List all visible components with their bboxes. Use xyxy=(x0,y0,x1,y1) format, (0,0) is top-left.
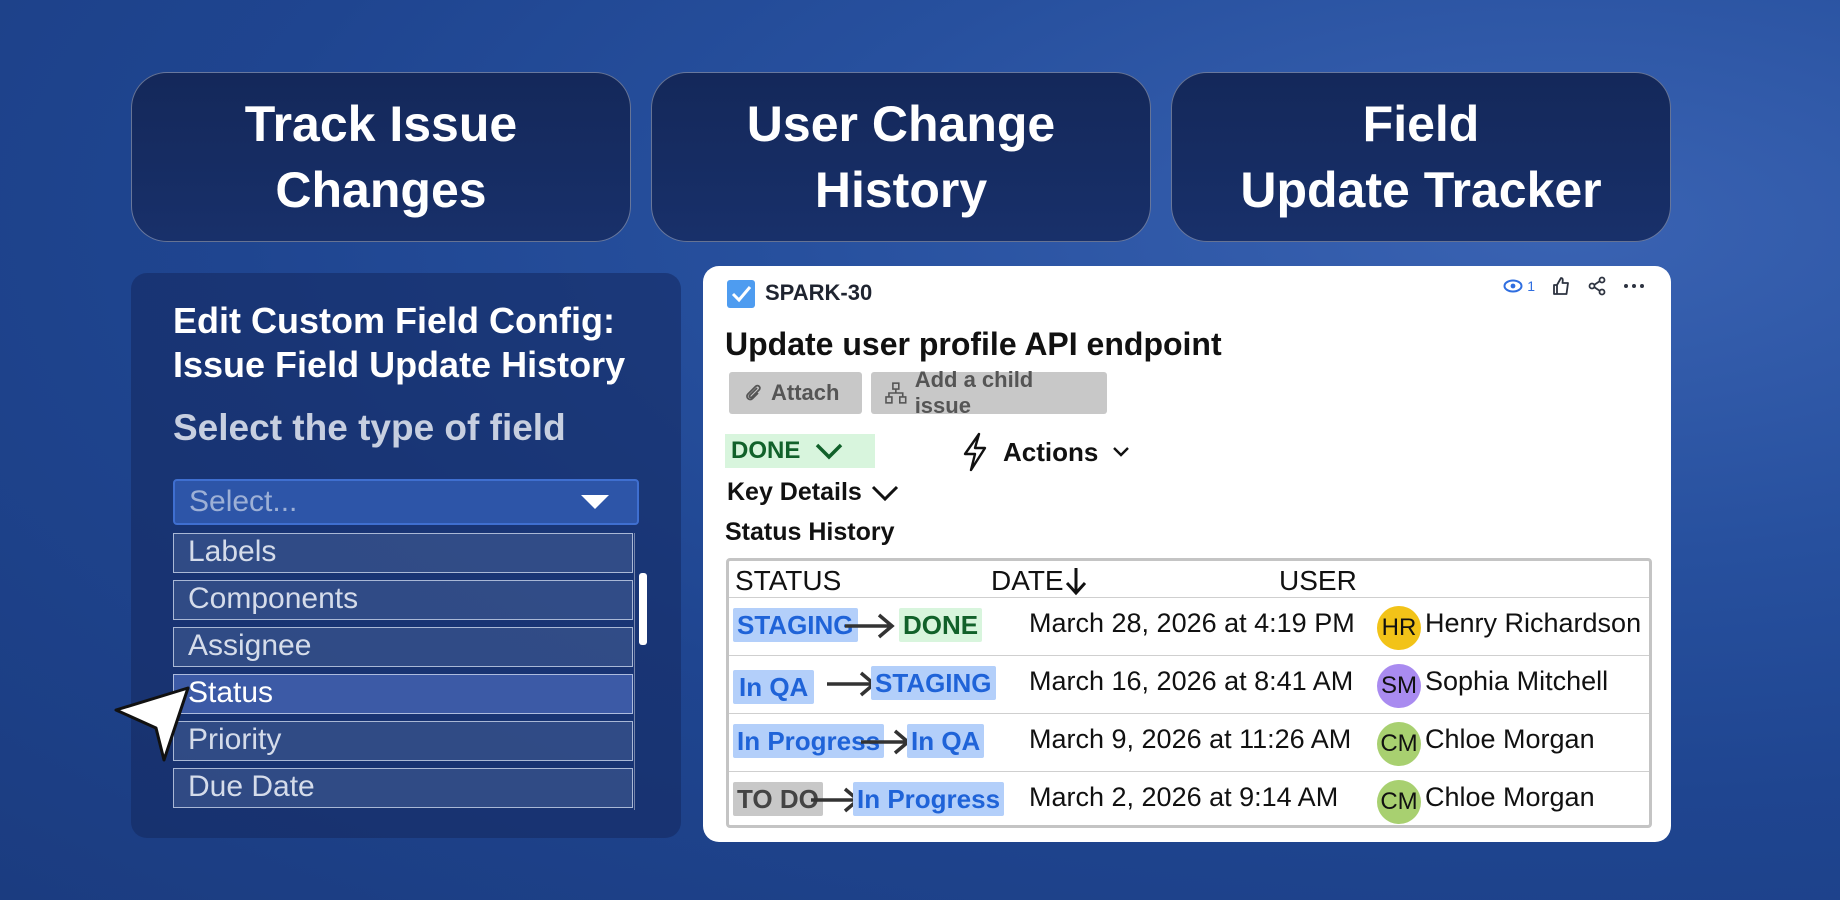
change-date: March 9, 2026 at 11:26 AM xyxy=(1029,724,1352,754)
header-card-track-issue-changes: Track Issue Changes xyxy=(131,72,631,242)
table-row[interactable]: In Progress In QA March 9, 2026 at 11:26… xyxy=(729,713,1649,771)
date-header-label: DATE xyxy=(991,565,1064,596)
column-header-date[interactable]: DATE xyxy=(991,565,1088,597)
from-status-badge: In QA xyxy=(733,670,815,704)
issue-title[interactable]: Update user profile API endpoint xyxy=(725,326,1222,363)
header-card-field-update-tracker: Field Update Tracker xyxy=(1171,72,1671,242)
status-history-table: STATUS DATE USER STAGING DONE March 28, … xyxy=(726,558,1652,828)
options-scrollbar[interactable] xyxy=(634,533,647,810)
issue-key[interactable]: SPARK-30 xyxy=(765,280,872,306)
option-assignee[interactable]: Assignee xyxy=(173,627,633,667)
avatar: CM xyxy=(1377,722,1421,766)
to-status-badge: In Progress xyxy=(853,782,1005,816)
eye-icon xyxy=(1503,279,1523,293)
sort-down-arrow-icon xyxy=(1065,568,1086,596)
user-name: Sophia Mitchell xyxy=(1425,666,1609,696)
field-type-options-list: Labels Components Assignee Status Priori… xyxy=(173,533,633,815)
table-row[interactable]: TO DO In Progress March 2, 2026 at 9:14 … xyxy=(729,771,1649,825)
change-date: March 2, 2026 at 9:14 AM xyxy=(1029,782,1339,812)
issue-detail-panel: SPARK-30 1 Update user profile API endpo… xyxy=(703,266,1671,842)
change-date: March 16, 2026 at 8:41 AM xyxy=(1029,666,1354,696)
option-labels[interactable]: Labels xyxy=(173,533,633,573)
from-status-badge: STAGING xyxy=(733,608,858,642)
paperclip-icon xyxy=(746,384,761,401)
arrow-right-icon xyxy=(845,613,895,639)
arrow-right-icon xyxy=(861,729,911,755)
status-history-heading: Status History xyxy=(725,518,895,546)
lightning-icon xyxy=(963,432,987,472)
status-value: DONE xyxy=(731,437,801,464)
option-status[interactable]: Status xyxy=(173,674,633,714)
avatar: HR xyxy=(1377,606,1421,650)
add-child-issue-label: Add a child issue xyxy=(914,367,1034,418)
custom-field-config-panel: Edit Custom Field Config: Issue Field Up… xyxy=(131,273,681,838)
attach-button[interactable]: Attach xyxy=(729,372,862,414)
share-icon[interactable] xyxy=(1587,276,1607,296)
watchers-count: 1 xyxy=(1527,278,1535,294)
issue-toolbar: 1 xyxy=(1503,276,1645,296)
mouse-pointer-icon xyxy=(114,686,190,762)
status-dropdown[interactable]: DONE xyxy=(725,434,875,468)
config-panel-title: Edit Custom Field Config: Issue Field Up… xyxy=(173,300,626,385)
user-name: Chloe Morgan xyxy=(1425,782,1595,812)
field-type-select-placeholder: Select... xyxy=(189,485,298,518)
header-card-text: Track Issue Changes xyxy=(244,96,518,218)
user-name: Chloe Morgan xyxy=(1425,724,1595,754)
column-header-user[interactable]: USER xyxy=(1279,565,1357,597)
thumbs-up-icon[interactable] xyxy=(1551,276,1571,296)
chevron-down-icon xyxy=(1113,447,1130,457)
task-type-icon xyxy=(727,280,755,308)
key-details-label: Key Details xyxy=(727,478,862,506)
attach-label: Attach xyxy=(771,380,840,405)
hierarchy-icon xyxy=(885,382,907,404)
option-priority[interactable]: Priority xyxy=(173,721,633,761)
config-panel-subtitle: Select the type of field xyxy=(173,407,566,448)
header-card-text: User Change History xyxy=(746,96,1056,218)
chevron-down-icon xyxy=(816,443,843,460)
scrollbar-thumb[interactable] xyxy=(639,573,647,645)
header-card-text: Field Update Tracker xyxy=(1240,96,1602,218)
chevron-down-icon xyxy=(871,485,898,501)
add-child-issue-button[interactable]: Add a child issue xyxy=(871,367,1107,418)
more-options-icon[interactable] xyxy=(1623,276,1645,296)
key-details-toggle[interactable]: Key Details xyxy=(727,478,900,507)
avatar: CM xyxy=(1377,780,1421,824)
to-status-badge: In QA xyxy=(907,724,985,758)
table-row[interactable]: STAGING DONE March 28, 2026 at 4:19 PM H… xyxy=(729,597,1649,655)
avatar: SM xyxy=(1377,664,1421,708)
actions-dropdown[interactable]: Actions xyxy=(961,432,1130,472)
header-card-user-change-history: User Change History xyxy=(651,72,1151,242)
field-type-select[interactable]: Select... xyxy=(173,479,639,525)
to-status-badge: DONE xyxy=(899,608,983,642)
change-date: March 28, 2026 at 4:19 PM xyxy=(1029,608,1355,638)
actions-label: Actions xyxy=(1003,436,1099,467)
option-components[interactable]: Components xyxy=(173,580,633,620)
table-row[interactable]: In QA STAGING March 16, 2026 at 8:41 AM … xyxy=(729,655,1649,713)
to-status-badge: STAGING xyxy=(871,666,996,700)
user-name: Henry Richardson xyxy=(1425,608,1642,638)
watchers-button[interactable]: 1 xyxy=(1503,278,1535,294)
column-header-status[interactable]: STATUS xyxy=(735,565,841,597)
option-due-date[interactable]: Due Date xyxy=(173,768,633,808)
caret-down-icon xyxy=(581,495,609,509)
